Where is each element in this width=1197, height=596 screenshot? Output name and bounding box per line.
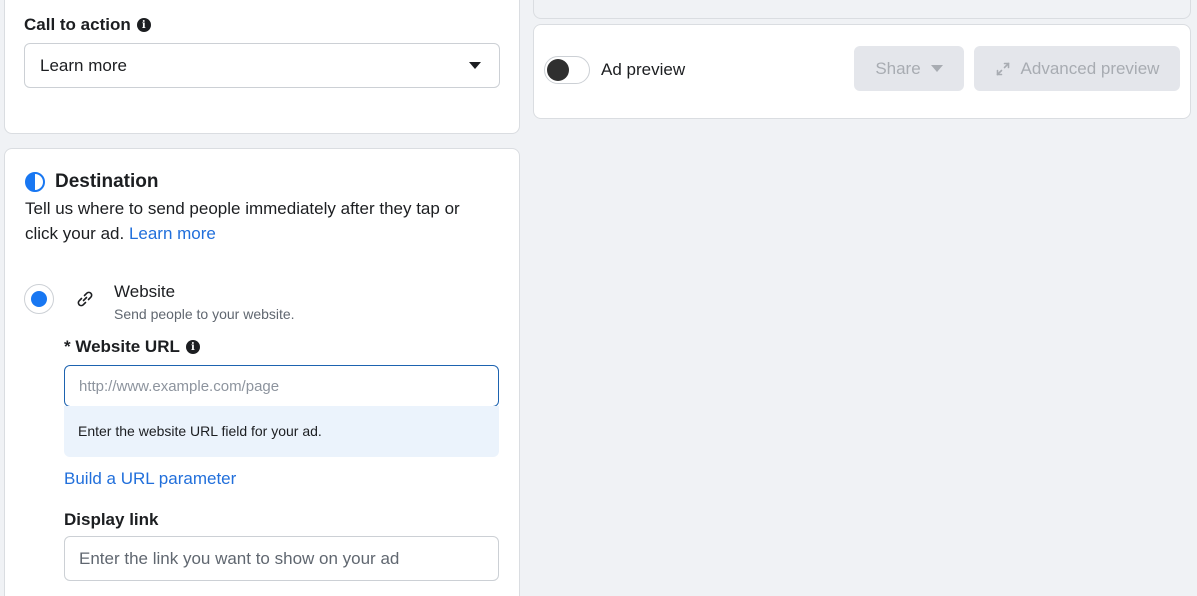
destination-description-text: Tell us where to send people immediately… xyxy=(25,199,460,243)
call-to-action-label-row: Call to action i xyxy=(24,15,151,35)
build-url-parameter-link[interactable]: Build a URL parameter xyxy=(64,469,236,489)
ad-preview-label: Ad preview xyxy=(601,60,686,79)
call-to-action-value: Learn more xyxy=(40,55,127,75)
toggle-knob xyxy=(547,59,569,81)
share-button[interactable]: Share xyxy=(854,46,964,91)
website-url-label-row: * Website URL i xyxy=(64,337,200,357)
website-option-title: Website xyxy=(114,282,176,301)
expand-icon xyxy=(996,62,1009,75)
advanced-preview-button[interactable]: Advanced preview xyxy=(974,46,1180,91)
half-circle-icon xyxy=(25,172,45,192)
chevron-down-icon xyxy=(469,62,481,69)
info-icon[interactable]: i xyxy=(185,340,200,354)
ad-preview-card: Ad preview Share Advanced preview xyxy=(533,24,1191,119)
display-link-label: Display link xyxy=(64,510,159,529)
call-to-action-card: Call to action i Learn more xyxy=(4,0,520,134)
destination-card: Destination Tell us where to send people… xyxy=(4,148,520,596)
call-to-action-select[interactable]: Learn more xyxy=(24,43,500,88)
website-url-label: * Website URL xyxy=(64,337,180,356)
destination-description: Tell us where to send people immediately… xyxy=(25,196,495,246)
preview-panel-top-edge xyxy=(533,0,1191,19)
website-url-hint-text: Enter the website URL field for your ad. xyxy=(78,423,322,439)
display-link-input[interactable] xyxy=(64,536,499,581)
website-radio[interactable] xyxy=(24,284,54,314)
radio-selected-dot xyxy=(31,291,47,307)
destination-heading: Destination xyxy=(25,171,158,193)
ad-preview-toggle[interactable] xyxy=(544,56,590,84)
share-button-label: Share xyxy=(875,58,921,78)
destination-title: Destination xyxy=(55,171,159,192)
info-icon[interactable]: i xyxy=(136,18,151,32)
learn-more-link[interactable]: Learn more xyxy=(129,224,216,243)
call-to-action-label: Call to action xyxy=(24,15,131,34)
website-url-input[interactable] xyxy=(64,365,499,407)
website-url-hint: Enter the website URL field for your ad. xyxy=(64,406,499,457)
advanced-preview-label: Advanced preview xyxy=(1020,58,1160,78)
chevron-down-icon xyxy=(930,65,943,72)
link-icon xyxy=(77,291,93,307)
website-option-subtitle: Send people to your website. xyxy=(114,306,295,322)
